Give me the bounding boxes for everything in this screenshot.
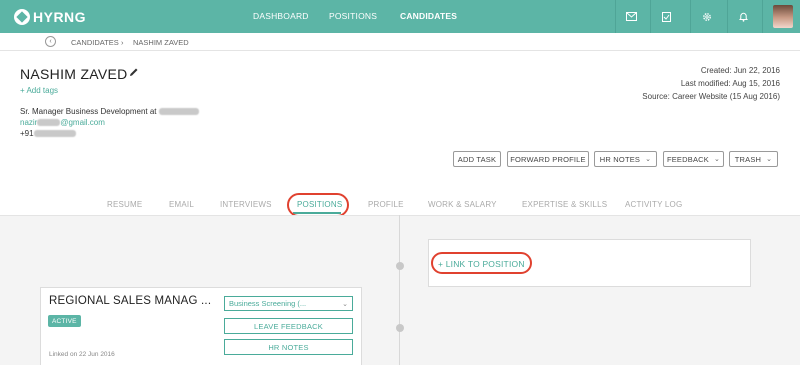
logo-icon bbox=[14, 8, 30, 25]
chevron-down-icon: ⌄ bbox=[645, 156, 652, 163]
breadcrumb-candidates[interactable]: CANDIDATES bbox=[71, 38, 119, 47]
modified-date: Last modified: Aug 15, 2016 bbox=[680, 79, 780, 88]
phone-prefix: +91 bbox=[20, 129, 34, 138]
tab-resume[interactable]: RESUME bbox=[107, 200, 142, 209]
stage-select[interactable]: Business Screening (... ⌄ bbox=[224, 296, 353, 311]
tab-email[interactable]: EMAIL bbox=[169, 200, 194, 209]
top-nav-bar: HYRNG DASHBOARD POSITIONS CANDIDATES bbox=[0, 0, 800, 33]
nav-positions[interactable]: POSITIONS bbox=[329, 11, 377, 21]
timeline-line bbox=[399, 215, 400, 365]
highlight-ring-link bbox=[431, 252, 532, 274]
redacted-phone bbox=[33, 130, 76, 138]
app-logo[interactable]: HYRNG bbox=[14, 8, 86, 25]
candidate-title: Sr. Manager Business Development at bbox=[20, 107, 199, 116]
breadcrumb: ‹ CANDIDATES › NASHIM ZAVED bbox=[0, 33, 800, 51]
breadcrumb-current: NASHIM ZAVED bbox=[133, 38, 189, 47]
mail-icon[interactable] bbox=[615, 0, 647, 33]
trash-dropdown[interactable]: TRASH ⌄ bbox=[729, 151, 778, 167]
timeline-dot bbox=[396, 324, 404, 332]
tab-interviews[interactable]: INTERVIEWS bbox=[220, 200, 272, 209]
candidate-email[interactable]: nazir @gmail.com bbox=[20, 118, 105, 127]
back-icon[interactable]: ‹ bbox=[45, 36, 56, 47]
checklist-icon[interactable] bbox=[650, 0, 682, 33]
chevron-down-icon: ⌄ bbox=[766, 156, 773, 163]
avatar[interactable] bbox=[773, 5, 793, 28]
redacted-company bbox=[158, 108, 199, 116]
settings-icon[interactable] bbox=[690, 0, 722, 33]
tab-expertise-skills[interactable]: EXPERTISE & SKILLS bbox=[522, 200, 607, 209]
position-title[interactable]: REGIONAL SALES MANAG ... bbox=[49, 295, 211, 307]
linked-date: Linked on 22 Jun 2016 bbox=[49, 351, 115, 358]
breadcrumb-separator: › bbox=[121, 38, 124, 47]
add-tags-link[interactable]: + Add tags bbox=[20, 86, 58, 95]
bell-icon[interactable] bbox=[727, 0, 759, 33]
timeline-dot bbox=[396, 262, 404, 270]
nav-candidates[interactable]: CANDIDATES bbox=[400, 11, 457, 21]
created-date: Created: Jun 22, 2016 bbox=[700, 66, 780, 75]
highlight-ring-tab bbox=[287, 193, 349, 217]
add-task-button[interactable]: ADD TASK bbox=[453, 151, 501, 167]
source-info: Source: Career Website (15 Aug 2016) bbox=[642, 92, 780, 101]
tab-profile[interactable]: PROFILE bbox=[368, 200, 404, 209]
hr-notes-button[interactable]: HR NOTES bbox=[224, 339, 353, 355]
hr-notes-dropdown[interactable]: HR NOTES ⌄ bbox=[594, 151, 657, 167]
email-prefix: nazir bbox=[20, 118, 38, 127]
tab-work-salary[interactable]: WORK & SALARY bbox=[428, 200, 497, 209]
candidate-phone: +91 bbox=[20, 129, 76, 138]
status-badge: ACTIVE bbox=[48, 315, 81, 327]
candidate-title-text: Sr. Manager Business Development at bbox=[20, 107, 157, 116]
stage-select-value: Business Screening (... bbox=[229, 299, 307, 308]
feedback-dropdown[interactable]: FEEDBACK ⌄ bbox=[663, 151, 724, 167]
logo-text: HYRNG bbox=[33, 8, 87, 25]
email-suffix: @gmail.com bbox=[60, 118, 105, 127]
forward-profile-button[interactable]: FORWARD PROFILE bbox=[507, 151, 589, 167]
nav-dashboard[interactable]: DASHBOARD bbox=[253, 11, 309, 21]
tab-activity-log[interactable]: ACTIVITY LOG bbox=[625, 200, 682, 209]
leave-feedback-button[interactable]: LEAVE FEEDBACK bbox=[224, 318, 353, 334]
edit-pencil-icon[interactable] bbox=[129, 67, 139, 80]
chevron-down-icon: ⌄ bbox=[342, 301, 348, 308]
chevron-down-icon: ⌄ bbox=[713, 156, 721, 163]
candidate-name: NASHIM ZAVED bbox=[20, 66, 128, 82]
redacted-email bbox=[37, 119, 61, 127]
